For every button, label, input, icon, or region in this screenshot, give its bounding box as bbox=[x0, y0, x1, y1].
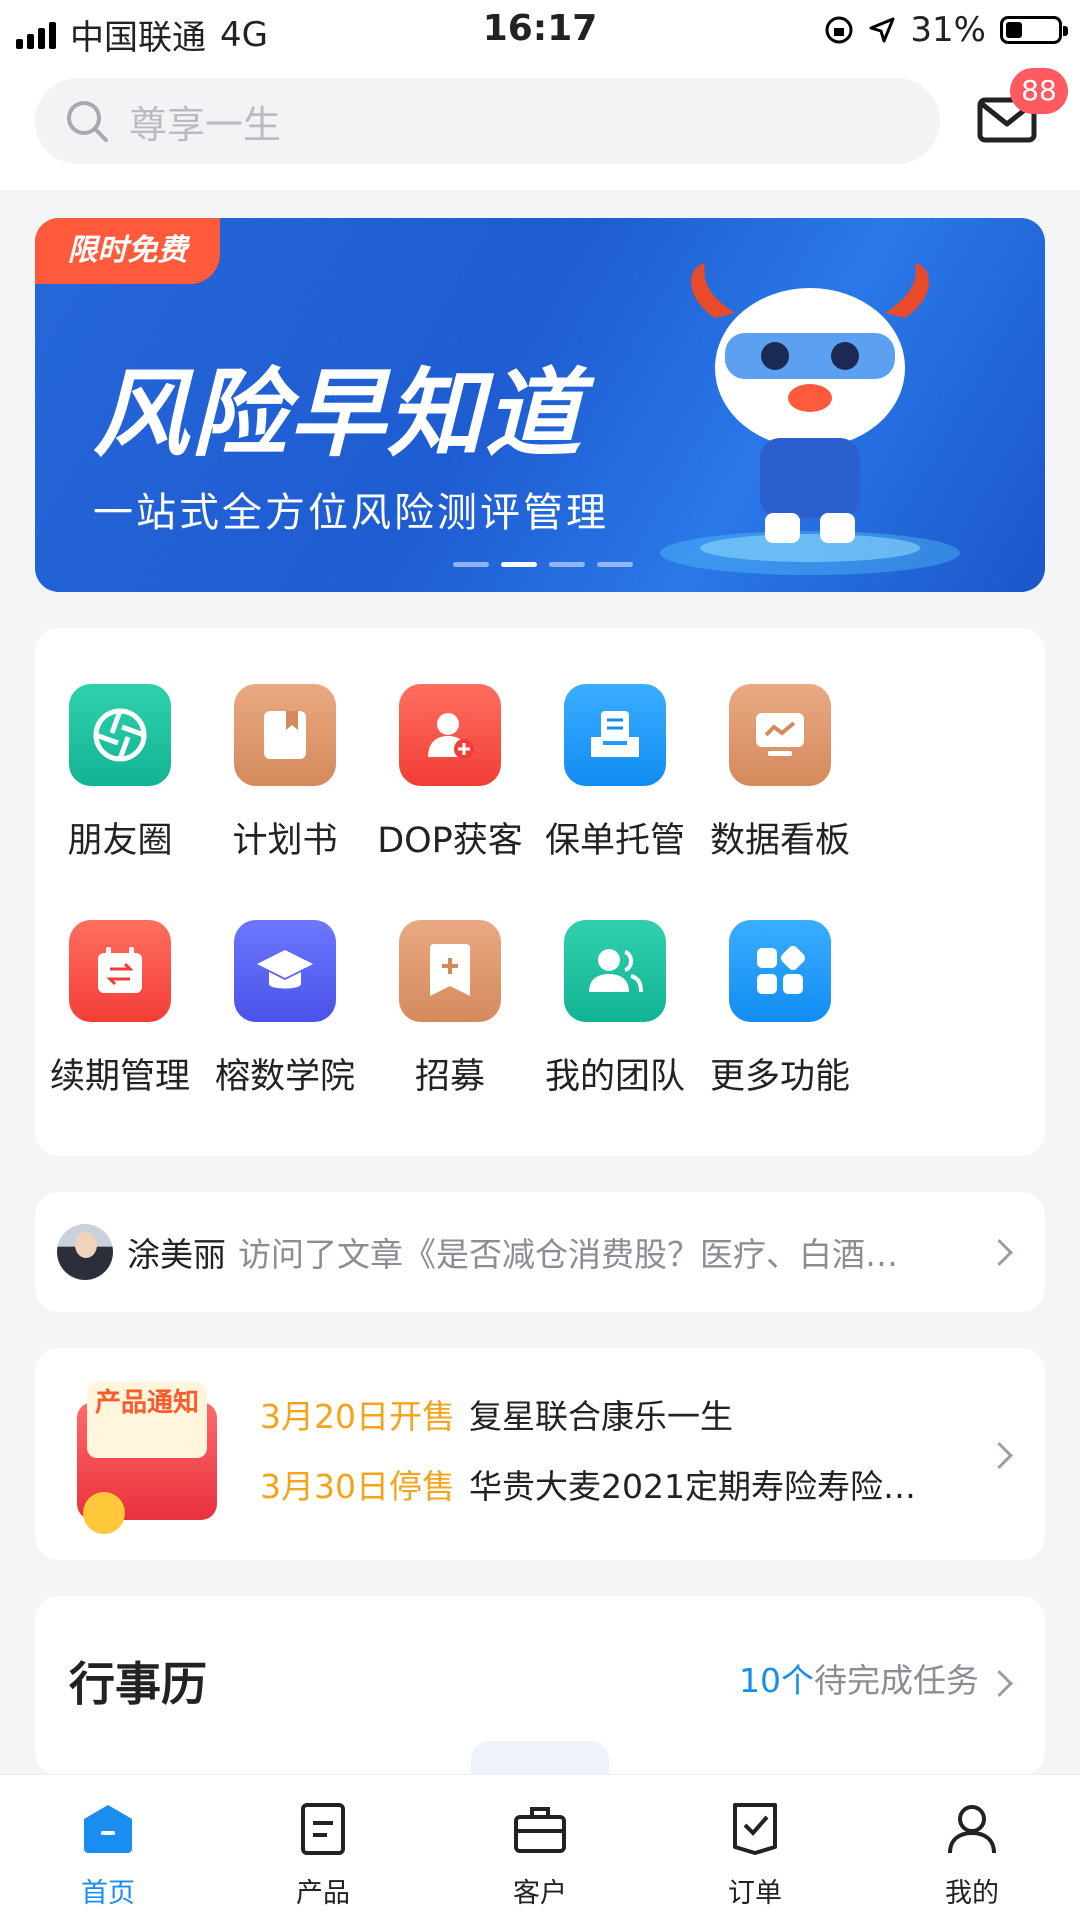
add-user-icon bbox=[428, 713, 474, 759]
tray-icon bbox=[591, 711, 639, 757]
product-notice-badge: 产品通知 bbox=[87, 1382, 207, 1458]
function-more[interactable]: 更多功能 bbox=[695, 920, 865, 1099]
tab-orders[interactable]: 订单 bbox=[695, 1801, 815, 1910]
banner-title: 风险早知道 bbox=[93, 358, 583, 470]
function-recruit[interactable]: 招募 bbox=[365, 920, 535, 1099]
home-icon bbox=[84, 1805, 132, 1853]
avatar bbox=[57, 1224, 113, 1280]
product-notice[interactable]: 产品通知 3月20日开售 复星联合康乐一生 3月30日停售 华贵大麦2021定期寿险… bbox=[35, 1348, 1045, 1560]
search-icon bbox=[67, 101, 108, 142]
calendar-swap-icon bbox=[98, 947, 142, 993]
search-bar[interactable]: 尊享一生 bbox=[35, 78, 940, 164]
banner-pagination bbox=[453, 562, 633, 567]
graduation-cap-icon bbox=[257, 950, 313, 989]
tab-bar: 首页 产品 客户 订单 我的 bbox=[0, 1774, 1080, 1921]
status-bar: 中国联通 4G 16:17 31% bbox=[0, 0, 1080, 62]
chevron-right-icon bbox=[986, 1670, 1013, 1697]
checklist-icon bbox=[733, 1803, 777, 1855]
user-icon bbox=[948, 1805, 996, 1854]
tab-products[interactable]: 产品 bbox=[263, 1801, 383, 1910]
search-placeholder: 尊享一生 bbox=[129, 102, 282, 147]
book-icon bbox=[264, 711, 306, 759]
pending-tasks-link[interactable]: 10个待完成任务 bbox=[739, 1654, 979, 1702]
calendar-title: 行事历 bbox=[69, 1657, 207, 1711]
function-moments[interactable]: 朋友圈 bbox=[35, 684, 205, 863]
function-policy-custody[interactable]: 保单托管 bbox=[530, 684, 700, 863]
dashboard-icon bbox=[756, 713, 804, 756]
chevron-right-icon bbox=[986, 1442, 1013, 1469]
activity-feed-item[interactable]: 涂美丽 访问了文章《是否减仓消费股？医疗、白酒… bbox=[35, 1192, 1045, 1312]
location-icon bbox=[869, 17, 895, 43]
bookmark-plus-icon bbox=[430, 944, 470, 996]
rotation-lock-icon bbox=[825, 16, 853, 44]
mascot-illustration bbox=[660, 263, 960, 575]
speaker-icon bbox=[83, 1492, 125, 1534]
activity-name: 涂美丽 bbox=[127, 1235, 226, 1274]
function-proposal[interactable]: 计划书 bbox=[200, 684, 370, 863]
notice-item[interactable]: 3月20日开售 复星联合康乐一生 bbox=[260, 1390, 733, 1438]
function-dop[interactable]: DOP获客 bbox=[365, 684, 535, 863]
banner-subtitle: 一站式全方位风险测评管理 bbox=[93, 490, 609, 536]
document-icon bbox=[301, 1803, 345, 1855]
header: 尊享一生 88 bbox=[0, 62, 1080, 190]
promo-banner[interactable]: 限时免费 风险早知道 一站式全方位风险测评管理 bbox=[35, 218, 1045, 592]
function-grid: 朋友圈 计划书 DOP获客 保单托管 数据看板 续期管理 榕数学院 招募 我的团… bbox=[35, 628, 1045, 1156]
battery-icon bbox=[1000, 16, 1068, 44]
briefcase-icon bbox=[514, 1807, 566, 1853]
activity-text: 访问了文章《是否减仓消费股？医疗、白酒… bbox=[238, 1235, 898, 1274]
tab-home[interactable]: 首页 bbox=[48, 1801, 168, 1910]
product-notice-illustration: 产品通知 bbox=[47, 1374, 235, 1534]
battery-percent: 31% bbox=[910, 10, 986, 50]
calendar-card: 行事历 10个待完成任务 bbox=[35, 1596, 1045, 1801]
chevron-right-icon bbox=[986, 1238, 1013, 1266]
notice-item[interactable]: 3月30日停售 华贵大麦2021定期寿险寿险… bbox=[260, 1460, 916, 1508]
apps-icon bbox=[757, 945, 806, 994]
function-academy[interactable]: 榕数学院 bbox=[200, 920, 370, 1099]
aperture-icon bbox=[93, 708, 147, 762]
tab-mine[interactable]: 我的 bbox=[912, 1801, 1032, 1910]
team-icon bbox=[589, 949, 643, 993]
function-my-team[interactable]: 我的团队 bbox=[530, 920, 700, 1099]
tab-customers[interactable]: 客户 bbox=[480, 1801, 600, 1910]
function-renewal[interactable]: 续期管理 bbox=[35, 920, 205, 1099]
mail-badge: 88 bbox=[1010, 68, 1068, 114]
banner-tag: 限时免费 bbox=[35, 218, 220, 284]
function-dashboard[interactable]: 数据看板 bbox=[695, 684, 865, 863]
